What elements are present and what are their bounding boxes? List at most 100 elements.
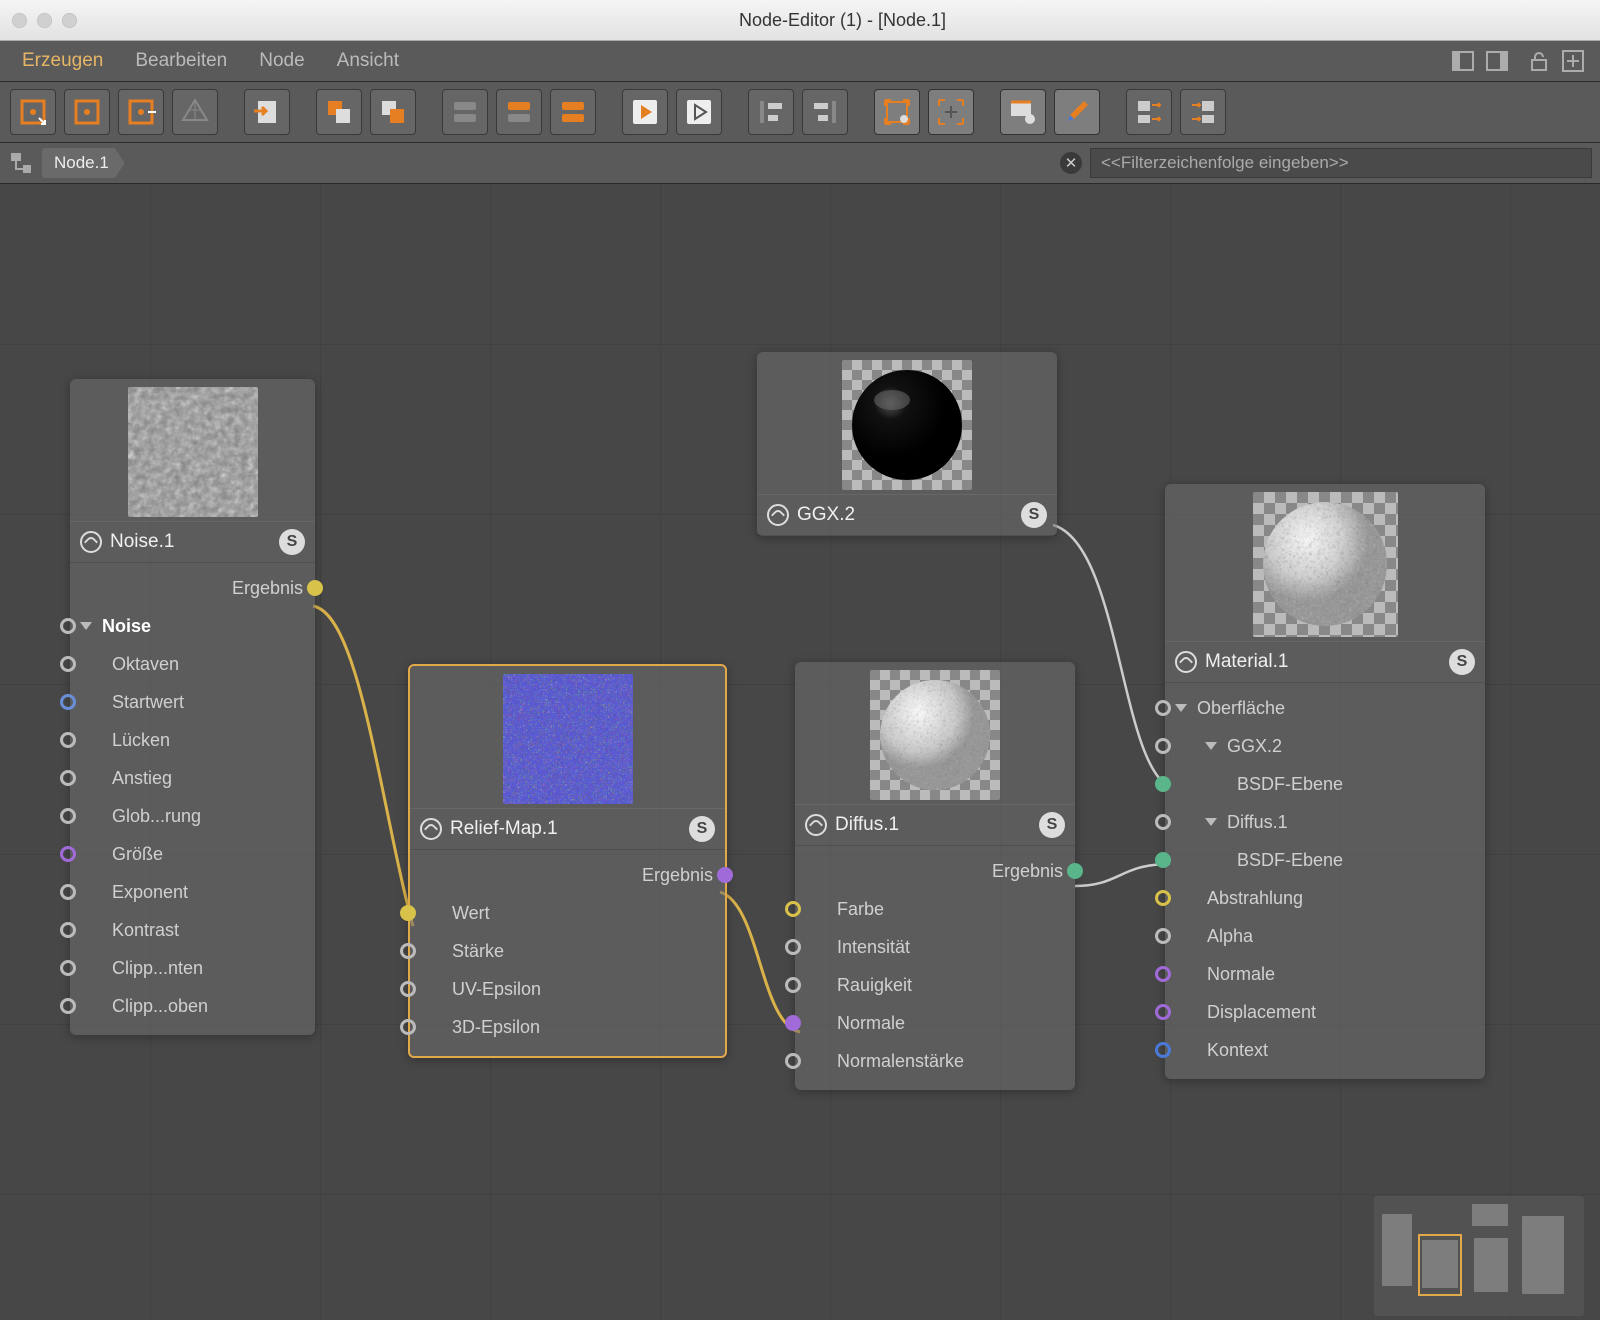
node-header[interactable]: GGX.2 S bbox=[757, 494, 1057, 536]
tool-align-left[interactable] bbox=[748, 89, 794, 135]
output-ergebnis[interactable]: Ergebnis bbox=[70, 569, 315, 607]
input-staerke[interactable]: Stärke bbox=[410, 932, 725, 970]
section-noise[interactable]: Noise bbox=[70, 607, 315, 645]
tool-new-node[interactable] bbox=[10, 89, 56, 135]
port-in[interactable] bbox=[60, 922, 76, 938]
filter-input[interactable]: <<Filterzeichenfolge eingeben>> bbox=[1090, 148, 1592, 178]
tool-play-outline[interactable] bbox=[676, 89, 722, 135]
tool-duplicate[interactable] bbox=[370, 89, 416, 135]
port-in[interactable] bbox=[785, 901, 801, 917]
panel-right-icon[interactable] bbox=[1482, 47, 1512, 75]
tool-inspect[interactable] bbox=[1000, 89, 1046, 135]
input-startwert[interactable]: Startwert bbox=[70, 683, 315, 721]
port-in[interactable] bbox=[785, 1053, 801, 1069]
add-icon[interactable] bbox=[1558, 47, 1588, 75]
tree-diffus1[interactable]: Diffus.1 bbox=[1165, 803, 1485, 841]
input-alpha[interactable]: Alpha bbox=[1165, 917, 1485, 955]
node-header[interactable]: Diffus.1 S bbox=[795, 804, 1075, 846]
tool-brush[interactable] bbox=[1054, 89, 1100, 135]
node-material[interactable]: Material.1 S Oberfläche GGX.2 BSDF-Ebene… bbox=[1165, 484, 1485, 1079]
input-farbe[interactable]: Farbe bbox=[795, 890, 1075, 928]
input-abstrahlung[interactable]: Abstrahlung bbox=[1165, 879, 1485, 917]
node-header[interactable]: Noise.1 S bbox=[70, 521, 315, 563]
tree-bsdf-ebene-2[interactable]: BSDF-Ebene bbox=[1165, 841, 1485, 879]
port-in[interactable] bbox=[1155, 890, 1171, 906]
input-uv-epsilon[interactable]: UV-Epsilon bbox=[410, 970, 725, 1008]
input-3d-epsilon[interactable]: 3D-Epsilon bbox=[410, 1008, 725, 1046]
port-out[interactable] bbox=[717, 867, 733, 883]
input-exponent[interactable]: Exponent bbox=[70, 873, 315, 911]
port-in[interactable] bbox=[1155, 966, 1171, 982]
input-kontext[interactable]: Kontext bbox=[1165, 1031, 1485, 1069]
tool-copy[interactable] bbox=[316, 89, 362, 135]
tool-align-right[interactable] bbox=[802, 89, 848, 135]
clear-filter-icon[interactable]: ✕ bbox=[1060, 152, 1082, 174]
node-header[interactable]: Material.1 S bbox=[1165, 641, 1485, 683]
port-in[interactable] bbox=[1155, 776, 1171, 792]
solo-badge[interactable]: S bbox=[689, 816, 715, 842]
port-in[interactable] bbox=[785, 939, 801, 955]
minimap-viewport[interactable] bbox=[1418, 1234, 1462, 1296]
menu-node[interactable]: Node bbox=[243, 41, 320, 81]
port-in[interactable] bbox=[785, 1015, 801, 1031]
tool-play[interactable] bbox=[622, 89, 668, 135]
tool-frame-2[interactable] bbox=[928, 89, 974, 135]
tool-frame-1[interactable] bbox=[874, 89, 920, 135]
node-header[interactable]: Relief-Map.1 S bbox=[410, 808, 725, 850]
port-in[interactable] bbox=[60, 618, 76, 634]
menu-ansicht[interactable]: Ansicht bbox=[321, 41, 415, 81]
port-in[interactable] bbox=[1155, 814, 1171, 830]
port-in[interactable] bbox=[60, 998, 76, 1014]
input-globrung[interactable]: Glob...rung bbox=[70, 797, 315, 835]
node-canvas[interactable]: Noise.1 S Ergebnis Noise Oktaven Startwe… bbox=[0, 184, 1600, 1320]
input-luecken[interactable]: Lücken bbox=[70, 721, 315, 759]
input-normale[interactable]: Normale bbox=[795, 1004, 1075, 1042]
node-relief-map[interactable]: Relief-Map.1 S Ergebnis Wert Stärke UV-E… bbox=[408, 664, 727, 1058]
port-out[interactable] bbox=[307, 580, 323, 596]
port-in[interactable] bbox=[400, 943, 416, 959]
tree-oberflaeche[interactable]: Oberfläche bbox=[1165, 689, 1485, 727]
tool-wireframe[interactable] bbox=[172, 89, 218, 135]
port-in[interactable] bbox=[1155, 1004, 1171, 1020]
node-diffus[interactable]: Diffus.1 S Ergebnis Farbe Intensität Rau… bbox=[795, 662, 1075, 1090]
tool-rows-2[interactable] bbox=[496, 89, 542, 135]
input-normalenstaerke[interactable]: Normalenstärke bbox=[795, 1042, 1075, 1080]
input-rauigkeit[interactable]: Rauigkeit bbox=[795, 966, 1075, 1004]
input-wert[interactable]: Wert bbox=[410, 894, 725, 932]
output-ergebnis[interactable]: Ergebnis bbox=[795, 852, 1075, 890]
breadcrumb[interactable]: Node.1 bbox=[42, 148, 125, 178]
tool-import[interactable] bbox=[244, 89, 290, 135]
tree-ggx2[interactable]: GGX.2 bbox=[1165, 727, 1485, 765]
port-in[interactable] bbox=[1155, 700, 1171, 716]
tool-node-out[interactable] bbox=[118, 89, 164, 135]
lock-icon[interactable] bbox=[1524, 47, 1554, 75]
input-anstieg[interactable]: Anstieg bbox=[70, 759, 315, 797]
port-in[interactable] bbox=[60, 732, 76, 748]
tool-io-1[interactable] bbox=[1126, 89, 1172, 135]
port-in[interactable] bbox=[400, 1019, 416, 1035]
input-displacement[interactable]: Displacement bbox=[1165, 993, 1485, 1031]
port-in[interactable] bbox=[60, 846, 76, 862]
port-in[interactable] bbox=[1155, 852, 1171, 868]
input-clippoben[interactable]: Clipp...oben bbox=[70, 987, 315, 1025]
input-normale[interactable]: Normale bbox=[1165, 955, 1485, 993]
input-clippnten[interactable]: Clipp...nten bbox=[70, 949, 315, 987]
port-in[interactable] bbox=[785, 977, 801, 993]
tool-io-2[interactable] bbox=[1180, 89, 1226, 135]
input-kontrast[interactable]: Kontrast bbox=[70, 911, 315, 949]
port-in[interactable] bbox=[1155, 738, 1171, 754]
solo-badge[interactable]: S bbox=[1039, 812, 1065, 838]
minimize-window[interactable] bbox=[37, 13, 52, 28]
input-groesse[interactable]: Größe bbox=[70, 835, 315, 873]
menu-bearbeiten[interactable]: Bearbeiten bbox=[119, 41, 243, 81]
port-in[interactable] bbox=[60, 960, 76, 976]
node-ggx[interactable]: GGX.2 S bbox=[757, 352, 1057, 536]
input-oktaven[interactable]: Oktaven bbox=[70, 645, 315, 683]
port-in[interactable] bbox=[400, 981, 416, 997]
node-noise[interactable]: Noise.1 S Ergebnis Noise Oktaven Startwe… bbox=[70, 379, 315, 1035]
zoom-window[interactable] bbox=[62, 13, 77, 28]
tool-rows-1[interactable] bbox=[442, 89, 488, 135]
port-in[interactable] bbox=[60, 694, 76, 710]
solo-badge[interactable]: S bbox=[1449, 649, 1475, 675]
close-window[interactable] bbox=[12, 13, 27, 28]
